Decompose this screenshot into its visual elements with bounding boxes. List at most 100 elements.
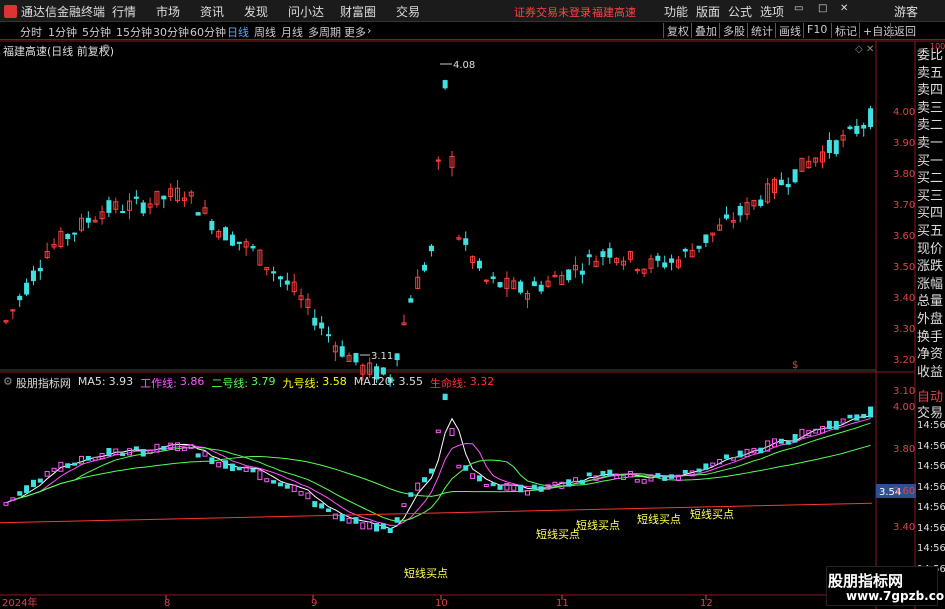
indicator-candle <box>277 482 283 487</box>
indicator-candle <box>463 465 469 471</box>
indicator-candle <box>202 451 208 457</box>
candle-body <box>24 282 30 295</box>
indicator-candle <box>3 502 9 506</box>
indicator-candle <box>229 463 235 472</box>
indicator-candle <box>456 464 462 469</box>
candle-body <box>847 126 853 129</box>
close-panel-icon[interactable]: ✕ <box>866 44 874 55</box>
candle-body <box>195 212 201 216</box>
signal-label: 短线买点 <box>690 507 734 521</box>
candle-body <box>463 238 469 245</box>
indicator-candle <box>339 513 345 522</box>
side-item: 换手 <box>917 329 944 345</box>
y-tick: 3.30 <box>893 324 916 335</box>
indicator-candle <box>428 468 434 474</box>
indicator-candle <box>44 470 50 477</box>
side-item: 涨跌 <box>917 259 944 275</box>
indicator-candle <box>840 418 846 424</box>
indicator-candle <box>655 473 661 478</box>
candle-body <box>325 334 331 337</box>
side-item: 涨幅 <box>917 276 944 292</box>
side-item: 买四 <box>917 206 944 222</box>
indicator-candle <box>360 522 366 530</box>
indicator-candle <box>30 479 36 488</box>
life-value: 3.32 <box>469 375 495 388</box>
low-annotation: 3.11 <box>360 351 393 362</box>
indicator-candle <box>758 447 764 454</box>
signal-label: 短线买点 <box>637 512 681 526</box>
indicator-candle <box>710 462 716 467</box>
indicator-candle <box>586 472 592 477</box>
indicator-candle <box>607 469 613 477</box>
y-tick: 3.10 <box>893 386 916 397</box>
candle-body <box>277 276 283 280</box>
indicator-candle <box>154 443 160 453</box>
y-tick: 3.50 <box>893 262 916 273</box>
settings-icon[interactable]: ⚙ <box>101 42 111 55</box>
indicator-candle <box>374 523 380 532</box>
y-tick: 3.20 <box>893 355 916 366</box>
candle-body <box>284 280 290 285</box>
indicator-candle <box>792 434 798 443</box>
indicator-candle <box>181 446 187 451</box>
line9-label: 九号线: <box>282 377 320 390</box>
indicator-candle <box>120 452 126 457</box>
y-tick: 3.90 <box>893 138 916 149</box>
candle-body <box>518 281 524 293</box>
indicator-candle <box>723 454 729 459</box>
diamond-icon[interactable]: ◇ <box>855 44 863 55</box>
main-panel-title: 福建高速(日线 前复权) <box>3 45 115 58</box>
indicator-candle <box>579 479 585 485</box>
indicator-candle <box>92 456 98 461</box>
kline-chart[interactable]: 4.08 3.11 $ ◇ ✕ 短线买点 短线买点 短线买点 短线买点 短线买点… <box>0 0 945 609</box>
candle-body <box>586 254 592 258</box>
candle-body <box>655 255 661 261</box>
indicator-candle <box>868 406 874 418</box>
side-item: 总量 <box>917 294 944 310</box>
indicator-candle <box>483 483 489 488</box>
candle-body <box>120 210 126 213</box>
indicator-settings-icon[interactable]: ⚙ <box>3 375 13 391</box>
indicator-candle <box>305 492 311 500</box>
candle-body <box>422 264 428 271</box>
indicator-candle <box>78 455 84 465</box>
indicator-candle <box>195 453 201 458</box>
candle-body <box>476 260 482 269</box>
indicator-candle <box>826 420 832 430</box>
candle-body <box>17 295 23 301</box>
candle-body <box>483 279 489 282</box>
side-item: 买一 <box>917 153 944 169</box>
indicator-candle <box>127 448 133 456</box>
candle-body <box>607 248 613 258</box>
signal-label: 短线买点 <box>576 518 620 532</box>
indicator-candle <box>346 517 352 524</box>
trade-label[interactable]: 交易 <box>917 402 945 421</box>
candle-body <box>497 282 503 288</box>
low-label: 3.11 <box>371 351 393 362</box>
indicator-ma-line <box>5 417 871 526</box>
y-tick: 3.70 <box>893 200 916 211</box>
indicator-candle <box>298 490 304 496</box>
candle-body <box>854 125 860 134</box>
line9-value: 3.58 <box>322 375 347 388</box>
indicator-candle <box>24 485 30 494</box>
candle-body <box>312 317 318 326</box>
side-time: 14:56 <box>917 481 945 493</box>
y-tick: 3.60 <box>893 231 916 242</box>
candle-body <box>833 140 839 155</box>
xaxis-label: 11 <box>556 598 569 609</box>
high-annotation: 4.08 <box>440 60 475 71</box>
candle-body <box>353 353 359 363</box>
candle-body <box>600 251 606 258</box>
indicator-candle <box>415 482 421 491</box>
side-item: 现价 <box>917 241 944 257</box>
line2-label: 二号线: <box>211 377 249 390</box>
indicator-candle <box>72 462 78 466</box>
side-time: 14:56 <box>917 543 945 554</box>
indicator-candle <box>518 484 524 493</box>
ma5-value: 3.93 <box>108 375 134 388</box>
candle-body <box>65 234 71 240</box>
candle-body <box>696 245 702 249</box>
candle-body <box>250 245 256 249</box>
indicator-candle <box>312 501 318 508</box>
